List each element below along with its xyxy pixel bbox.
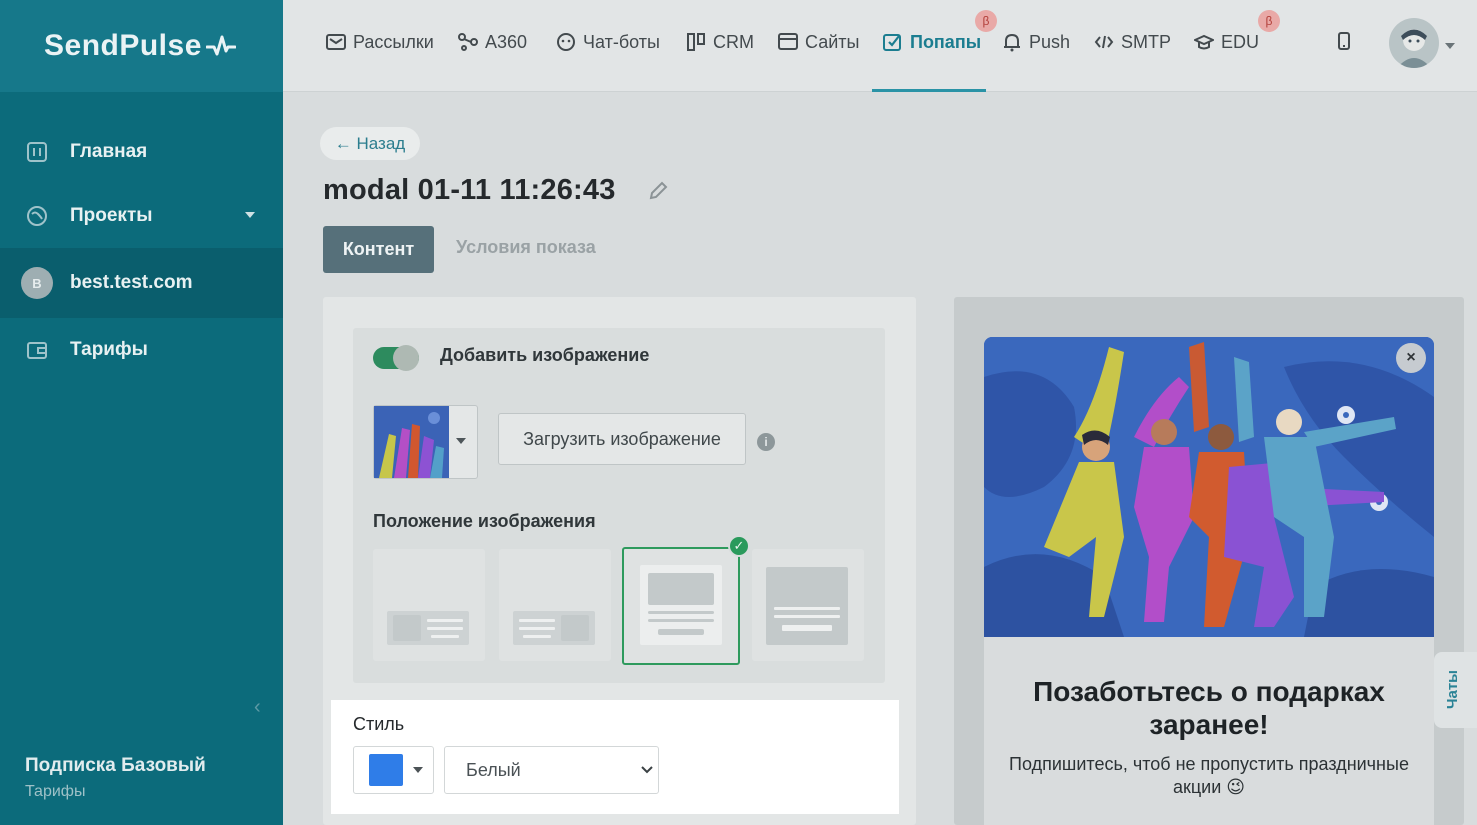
active-tab-indicator: [872, 89, 986, 92]
topnav-label: Чат-боты: [583, 31, 660, 52]
topnav-label: Рассылки: [353, 31, 434, 52]
plan-name: Подписка Базовый: [25, 755, 206, 776]
popup-icon: [882, 31, 904, 53]
position-option-background[interactable]: [752, 549, 864, 661]
graduation-cap-icon: [1193, 31, 1215, 53]
topnav-item-push[interactable]: Push: [1001, 30, 1070, 54]
chat-widget-label: Чаты: [1444, 670, 1461, 710]
dashboard-icon: [25, 140, 49, 164]
chevron-down-icon[interactable]: [413, 767, 423, 773]
bell-icon: [1001, 31, 1023, 53]
topnav-item-sites[interactable]: Сайты: [777, 30, 859, 54]
popup-illustration: [984, 337, 1434, 637]
sidebar: SendPulse Главная Проекты B best.test.co…: [0, 0, 283, 825]
globe-icon: [25, 204, 49, 228]
popup-subtitle: Подпишитесь, чтоб не пропустить празднич…: [1009, 754, 1409, 797]
topnav-label: SMTP: [1121, 31, 1172, 52]
sidebar-item-label: Тарифы: [70, 339, 148, 360]
sidebar-item-label: Главная: [70, 141, 148, 162]
chatbot-icon: [555, 31, 577, 53]
style-label: Стиль: [353, 714, 405, 734]
image-position-label: Положение изображения: [373, 511, 596, 531]
close-icon[interactable]: ×: [1396, 343, 1426, 373]
position-option-top[interactable]: [622, 547, 740, 665]
edit-title-icon[interactable]: [648, 181, 668, 206]
topnav-item-campaigns[interactable]: Рассылки: [325, 30, 434, 54]
topnav-item-a360[interactable]: A360: [457, 30, 527, 54]
popup-preview: [984, 337, 1434, 825]
chevron-down-icon[interactable]: [1445, 43, 1455, 49]
upload-image-button[interactable]: Загрузить изображение: [498, 413, 746, 465]
topnav-label: Сайты: [805, 31, 860, 52]
chevron-down-icon[interactable]: [456, 438, 466, 444]
website-icon: [777, 31, 799, 53]
color-swatch[interactable]: [369, 754, 403, 786]
topnav-label: A360: [485, 31, 528, 52]
plan-link[interactable]: Тарифы: [25, 783, 206, 801]
tab-display-conditions[interactable]: Условия показа: [456, 237, 596, 258]
pulse-icon: [205, 35, 236, 56]
topnav-item-popups[interactable]: Попапы: [882, 30, 981, 54]
automation-icon: [457, 31, 479, 53]
top-navigation: Рассылки A360 Чат-боты CRM Сайты Попапы …: [283, 0, 1477, 92]
sidebar-item-tariffs[interactable]: Тарифы: [0, 318, 283, 382]
sidebar-item-projects[interactable]: Проекты: [0, 184, 283, 248]
site-avatar: B: [21, 267, 53, 299]
position-option-right[interactable]: [499, 549, 611, 661]
collapse-sidebar-icon[interactable]: ‹: [254, 696, 261, 719]
sidebar-item-site[interactable]: B best.test.com: [0, 248, 283, 318]
selected-check-icon: ✓: [728, 535, 750, 557]
topnav-label: Попапы: [910, 31, 982, 52]
topnav-item-smtp[interactable]: SMTP: [1093, 30, 1171, 54]
page-title: modal 01-11 11:26:43: [323, 174, 616, 206]
topnav-label: Push: [1029, 31, 1071, 52]
chevron-down-icon[interactable]: [640, 762, 654, 780]
topnav-item-chatbots[interactable]: Чат-боты: [555, 30, 660, 54]
subscription-plan: Подписка Базовый Тарифы: [25, 755, 206, 801]
logo-text: SendPulse: [44, 29, 202, 62]
theme-select[interactable]: Белый: [444, 746, 659, 794]
code-icon: [1093, 31, 1115, 53]
toggle-knob: [393, 345, 419, 371]
beta-badge-edu: β: [1258, 10, 1280, 32]
topnav-item-edu[interactable]: EDU: [1193, 30, 1259, 54]
logo[interactable]: SendPulse: [0, 0, 283, 92]
sidebar-item-home[interactable]: Главная: [0, 120, 283, 184]
position-option-left[interactable]: [373, 549, 485, 661]
info-icon[interactable]: i: [757, 433, 775, 451]
sidebar-item-label: Проекты: [70, 205, 153, 226]
chevron-down-icon: [245, 212, 255, 218]
sidebar-item-label: best.test.com: [70, 272, 193, 293]
back-button[interactable]: ← Назад: [320, 127, 420, 160]
image-thumbnail: [374, 406, 449, 478]
topnav-label: CRM: [713, 31, 754, 52]
mail-icon: [325, 31, 347, 53]
popup-title: Позаботьтесь о подарках заранее!: [1033, 676, 1385, 740]
user-avatar[interactable]: [1389, 18, 1439, 68]
tab-content[interactable]: Контент: [323, 226, 434, 273]
add-image-label: Добавить изображение: [440, 345, 650, 365]
mobile-icon[interactable]: [1337, 31, 1351, 56]
beta-badge-popups: β: [975, 10, 997, 32]
sidebar-nav: Главная Проекты B best.test.com Тарифы: [0, 120, 283, 382]
topnav-label: EDU: [1221, 31, 1260, 52]
topnav-item-crm[interactable]: CRM: [685, 30, 754, 54]
wallet-icon: [25, 338, 49, 362]
crm-icon: [685, 31, 707, 53]
